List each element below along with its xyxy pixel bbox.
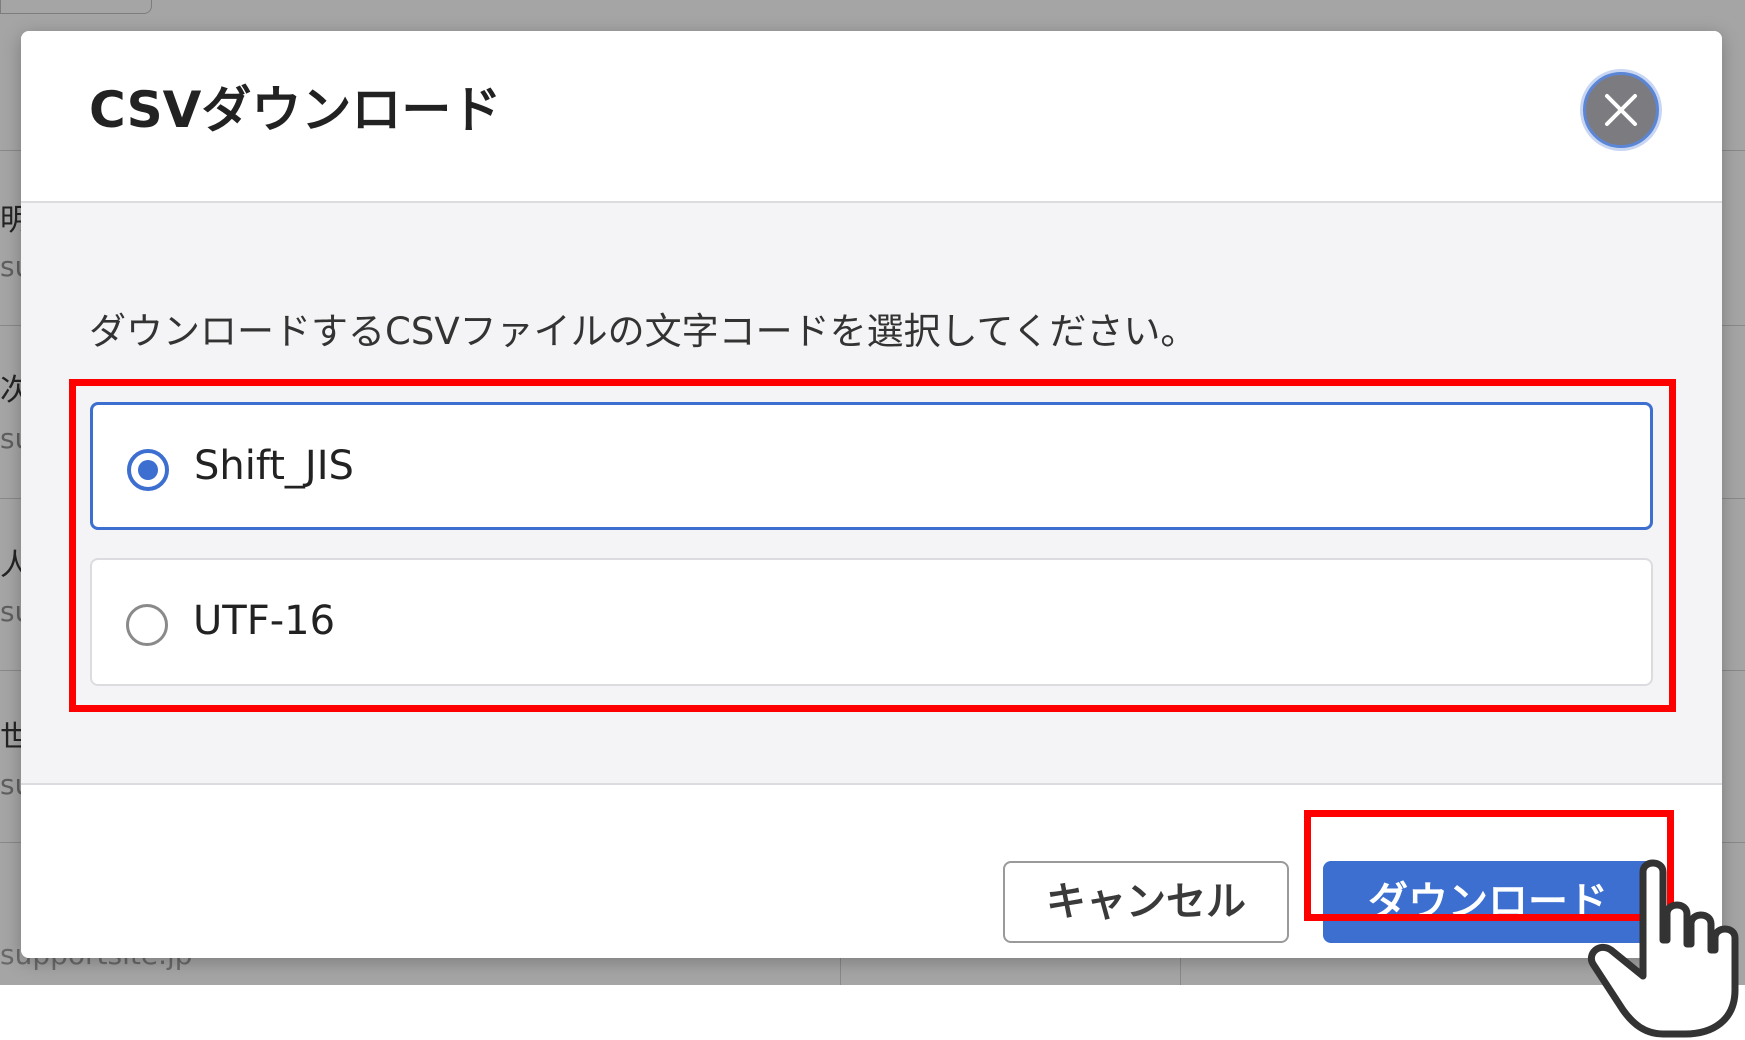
encoding-option-utf-16[interactable]: UTF-16 [90, 558, 1653, 686]
dialog-title: CSVダウンロード [89, 81, 502, 139]
csv-download-dialog: CSVダウンロード ダウンロードするCSVファイルの文字コードを選択してください… [21, 31, 1722, 958]
encoding-option-shift-jis[interactable]: Shift_JIS [90, 402, 1653, 530]
cancel-button[interactable]: キャンセル [1003, 861, 1289, 943]
close-button[interactable] [1583, 72, 1659, 148]
encoding-option-label: Shift_JIS [194, 443, 354, 489]
radio-button-checked[interactable] [127, 449, 169, 491]
encoding-option-label: UTF-16 [193, 598, 336, 644]
dialog-footer: キャンセル ダウンロード [21, 783, 1722, 958]
close-icon [1605, 94, 1637, 126]
dialog-header: CSVダウンロード [21, 31, 1722, 203]
radio-button-unchecked[interactable] [126, 604, 168, 646]
dialog-instruction: ダウンロードするCSVファイルの文字コードを選択してください。 [89, 310, 1198, 353]
hand-pointer-icon [1588, 859, 1739, 1038]
